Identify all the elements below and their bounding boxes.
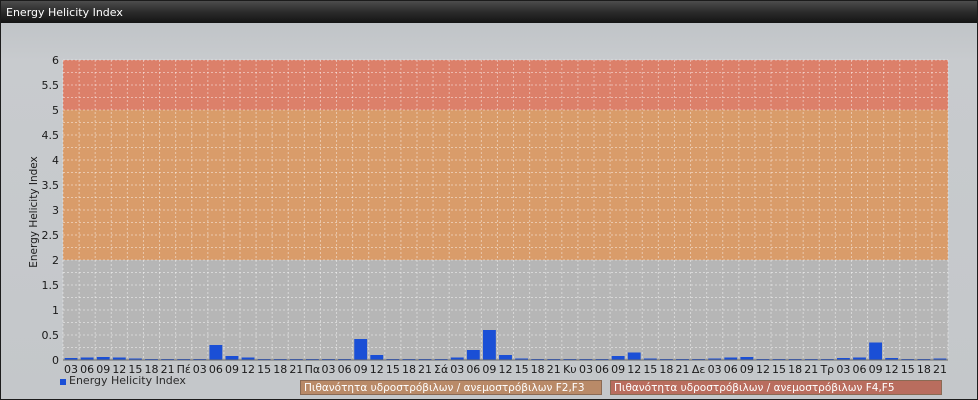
x-tick-label: 12 xyxy=(756,363,770,376)
y-tick-label: 1.5 xyxy=(42,279,60,292)
legend-label: Energy Helicity Index xyxy=(69,374,186,387)
x-tick-label: 15 xyxy=(515,363,529,376)
x-tick-label: 12 xyxy=(627,363,641,376)
x-tick-label: 15 xyxy=(643,363,657,376)
x-tick-label: 21 xyxy=(804,363,818,376)
x-tick-label: 03 xyxy=(322,363,336,376)
bar xyxy=(627,352,641,360)
y-tick-label: 3.5 xyxy=(42,179,60,192)
x-tick-label: 06 xyxy=(724,363,738,376)
x-tick-label: 09 xyxy=(482,363,496,376)
y-tick-label: 4.5 xyxy=(42,129,60,142)
x-tick-label: Δε xyxy=(692,363,706,376)
x-tick-label: 09 xyxy=(869,363,883,376)
x-tick-label: 06 xyxy=(209,363,223,376)
x-tick-label: 18 xyxy=(659,363,673,376)
x-tick-label: Σά xyxy=(434,363,448,376)
y-tick-label: 5 xyxy=(52,104,59,117)
x-tick-label: 18 xyxy=(917,363,931,376)
x-tick-label: 15 xyxy=(901,363,915,376)
x-tick-label: 03 xyxy=(708,363,722,376)
x-tick-label: 09 xyxy=(225,363,239,376)
y-tick-label: 1 xyxy=(52,304,59,317)
x-tick-label: 18 xyxy=(402,363,416,376)
bar xyxy=(499,355,512,360)
x-tick-label: 09 xyxy=(611,363,625,376)
band-legend-f4f5: Πιθανότητα υδροστρόβιλων / ανεμοστρόβιλω… xyxy=(610,380,942,395)
x-tick-label: 18 xyxy=(531,363,545,376)
y-tick-label: 0.5 xyxy=(42,329,60,342)
x-tick-label: 12 xyxy=(241,363,255,376)
x-tick-label: Τρ xyxy=(819,363,834,376)
y-tick-label: 3 xyxy=(52,204,59,217)
y-tick-label: 2 xyxy=(52,254,59,267)
x-tick-label: 03 xyxy=(836,363,850,376)
bar xyxy=(225,356,239,360)
y-tick-label: 0 xyxy=(52,354,59,367)
x-tick-label: 15 xyxy=(257,363,271,376)
x-tick-label: 21 xyxy=(547,363,561,376)
y-tick-label: 5.5 xyxy=(42,79,60,92)
bar xyxy=(482,330,496,360)
chart-canvas: 0 0.5 1 1.5 2 2.5 3 3.5 4 4.5 5 5.5 6 Energy Helicity… xyxy=(28,54,949,376)
bar xyxy=(354,339,368,360)
x-tick-label: 06 xyxy=(338,363,352,376)
legend-swatch xyxy=(60,379,66,385)
x-tick-label: 09 xyxy=(740,363,754,376)
x-tick-label: Πα xyxy=(305,363,321,376)
x-tick-label: 06 xyxy=(595,363,609,376)
y-tick-label: 2.5 xyxy=(42,229,60,242)
band-legend-label-f2f3: Πιθανότητα υδροστρόβιλων / ανεμοστρόβιλω… xyxy=(304,382,585,394)
x-tick-label: 06 xyxy=(853,363,867,376)
x-tick-label: 03 xyxy=(579,363,593,376)
y-axis-label: Energy Helicity Index xyxy=(28,156,40,268)
band-legend-label-f4f5: Πιθανότητα υδροστρόβιλων / ανεμοστρόβιλω… xyxy=(614,382,895,394)
x-tick-label: 12 xyxy=(499,363,513,376)
y-tick-label: 6 xyxy=(52,54,59,67)
bar xyxy=(209,345,223,360)
x-tick-label: 12 xyxy=(885,363,899,376)
x-tick-label: Κυ xyxy=(563,363,577,376)
x-tick-label: 06 xyxy=(466,363,480,376)
x-tick-label: 21 xyxy=(418,363,432,376)
bar xyxy=(869,342,883,360)
x-tick-label: 09 xyxy=(354,363,368,376)
x-tick-label: 12 xyxy=(370,363,384,376)
x-tick-label: 21 xyxy=(289,363,303,376)
x-tick-label: 21 xyxy=(933,363,947,376)
x-tick-label: 21 xyxy=(676,363,690,376)
bar xyxy=(611,356,625,360)
x-tick-label: 18 xyxy=(788,363,802,376)
y-tick-label: 4 xyxy=(52,154,59,167)
x-tick-label: 03 xyxy=(193,363,207,376)
band-legend-f2f3: Πιθανότητα υδροστρόβιλων / ανεμοστρόβιλω… xyxy=(300,380,602,395)
x-tick-label: 18 xyxy=(273,363,287,376)
x-tick-label: 15 xyxy=(772,363,786,376)
x-tick-label: 03 xyxy=(450,363,464,376)
x-tick-label: 15 xyxy=(386,363,400,376)
bar xyxy=(370,355,384,360)
bar xyxy=(466,350,480,360)
